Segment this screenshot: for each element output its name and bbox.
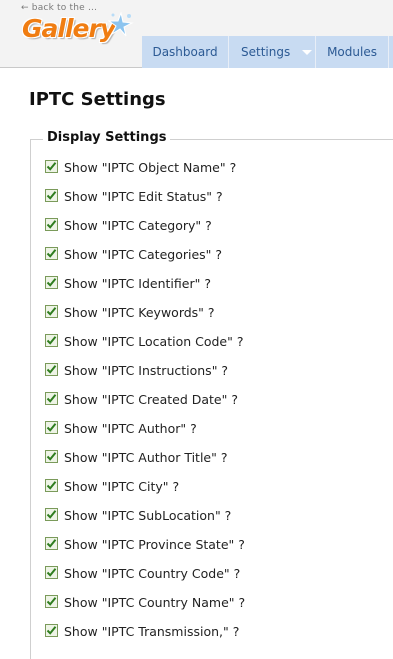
- sparkle-icon: [108, 12, 134, 37]
- setting-row: Show "IPTC Province State" ?: [45, 536, 245, 565]
- gallery-logo[interactable]: Gallery: [22, 12, 134, 54]
- tab-dashboard[interactable]: Dashboard: [142, 36, 229, 68]
- checkmark-icon: [46, 278, 57, 287]
- setting-checkbox[interactable]: [45, 595, 58, 608]
- setting-label[interactable]: Show "IPTC Categories" ?: [64, 246, 222, 263]
- setting-label[interactable]: Show "IPTC Province State" ?: [64, 536, 245, 553]
- setting-label[interactable]: Show "IPTC Category" ?: [64, 217, 212, 234]
- setting-row: Show "IPTC Author Title" ?: [45, 449, 245, 478]
- tab-settings-label: Settings: [241, 45, 291, 59]
- setting-row: Show "IPTC Created Date" ?: [45, 391, 245, 420]
- checkmark-icon: [46, 568, 57, 577]
- setting-label[interactable]: Show "IPTC Author" ?: [64, 420, 197, 437]
- checkmark-icon: [46, 626, 57, 635]
- checkmark-icon: [46, 336, 57, 345]
- setting-label[interactable]: Show "IPTC Identifier" ?: [64, 275, 211, 292]
- setting-row: Show "IPTC Instructions" ?: [45, 362, 245, 391]
- setting-label[interactable]: Show "IPTC City" ?: [64, 478, 179, 495]
- setting-checkbox[interactable]: [45, 334, 58, 347]
- checkmark-icon: [46, 452, 57, 461]
- checkmark-icon: [46, 220, 57, 229]
- setting-checkbox[interactable]: [45, 392, 58, 405]
- setting-checkbox[interactable]: [45, 218, 58, 231]
- setting-row: Show "IPTC Object Name" ?: [45, 159, 245, 188]
- setting-label[interactable]: Show "IPTC SubLocation" ?: [64, 507, 231, 524]
- checkmark-icon: [46, 423, 57, 432]
- checkmark-icon: [46, 162, 57, 171]
- tab-modules[interactable]: Modules: [316, 36, 389, 68]
- checkmark-icon: [46, 249, 57, 258]
- setting-row: Show "IPTC Author" ?: [45, 420, 245, 449]
- setting-row: Show "IPTC Location Code" ?: [45, 333, 245, 362]
- page-title: IPTC Settings: [29, 89, 166, 110]
- setting-row: Show "IPTC Edit Status" ?: [45, 188, 245, 217]
- checkmark-icon: [46, 365, 57, 374]
- setting-label[interactable]: Show "IPTC Created Date" ?: [64, 391, 238, 408]
- setting-checkbox[interactable]: [45, 450, 58, 463]
- setting-label[interactable]: Show "IPTC Edit Status" ?: [64, 188, 223, 205]
- setting-checkbox[interactable]: [45, 537, 58, 550]
- setting-label[interactable]: Show "IPTC Transmission," ?: [64, 623, 239, 640]
- checkmark-icon: [46, 394, 57, 403]
- setting-checkbox[interactable]: [45, 566, 58, 579]
- setting-checkbox[interactable]: [45, 305, 58, 318]
- setting-checkbox[interactable]: [45, 276, 58, 289]
- setting-checkbox[interactable]: [45, 479, 58, 492]
- setting-checkbox[interactable]: [45, 247, 58, 260]
- setting-row: Show "IPTC City" ?: [45, 478, 245, 507]
- admin-nav: Dashboard Settings Modules: [142, 36, 393, 68]
- tab-dashboard-label: Dashboard: [152, 45, 218, 59]
- setting-row: Show "IPTC SubLocation" ?: [45, 507, 245, 536]
- setting-label[interactable]: Show "IPTC Keywords" ?: [64, 304, 215, 321]
- checkmark-icon: [46, 191, 57, 200]
- setting-row: Show "IPTC Country Name" ?: [45, 594, 245, 623]
- setting-label[interactable]: Show "IPTC Instructions" ?: [64, 362, 228, 379]
- app-header: ← back to the ... Gallery Dashboard Sett…: [0, 0, 393, 68]
- setting-row: Show "IPTC Identifier" ?: [45, 275, 245, 304]
- checkmark-icon: [46, 597, 57, 606]
- settings-list: Show "IPTC Object Name" ? Show "IPTC Edit…: [45, 159, 245, 652]
- chevron-down-icon: [302, 49, 313, 55]
- setting-row: Show "IPTC Country Code" ?: [45, 565, 245, 594]
- setting-row: Show "IPTC Transmission," ?: [45, 623, 245, 652]
- setting-checkbox[interactable]: [45, 363, 58, 376]
- setting-row: Show "IPTC Categories" ?: [45, 246, 245, 275]
- tab-settings[interactable]: Settings: [229, 36, 316, 68]
- setting-label[interactable]: Show "IPTC Country Code" ?: [64, 565, 240, 582]
- setting-checkbox[interactable]: [45, 508, 58, 521]
- setting-checkbox[interactable]: [45, 624, 58, 637]
- setting-label[interactable]: Show "IPTC Author Title" ?: [64, 449, 227, 466]
- setting-label[interactable]: Show "IPTC Country Name" ?: [64, 594, 245, 611]
- fieldset-legend: Display Settings: [43, 130, 171, 145]
- back-to-gallery-link[interactable]: ← back to the ...: [21, 3, 97, 13]
- checkmark-icon: [46, 510, 57, 519]
- setting-checkbox[interactable]: [45, 189, 58, 202]
- setting-checkbox[interactable]: [45, 421, 58, 434]
- checkmark-icon: [46, 307, 57, 316]
- checkmark-icon: [46, 539, 57, 548]
- setting-label[interactable]: Show "IPTC Location Code" ?: [64, 333, 243, 350]
- setting-checkbox[interactable]: [45, 160, 58, 173]
- logo-text: Gallery: [22, 14, 116, 43]
- tab-modules-label: Modules: [327, 45, 377, 59]
- setting-row: Show "IPTC Keywords" ?: [45, 304, 245, 333]
- checkmark-icon: [46, 481, 57, 490]
- setting-label[interactable]: Show "IPTC Object Name" ?: [64, 159, 236, 176]
- setting-row: Show "IPTC Category" ?: [45, 217, 245, 246]
- tab-overflow[interactable]: [389, 36, 393, 68]
